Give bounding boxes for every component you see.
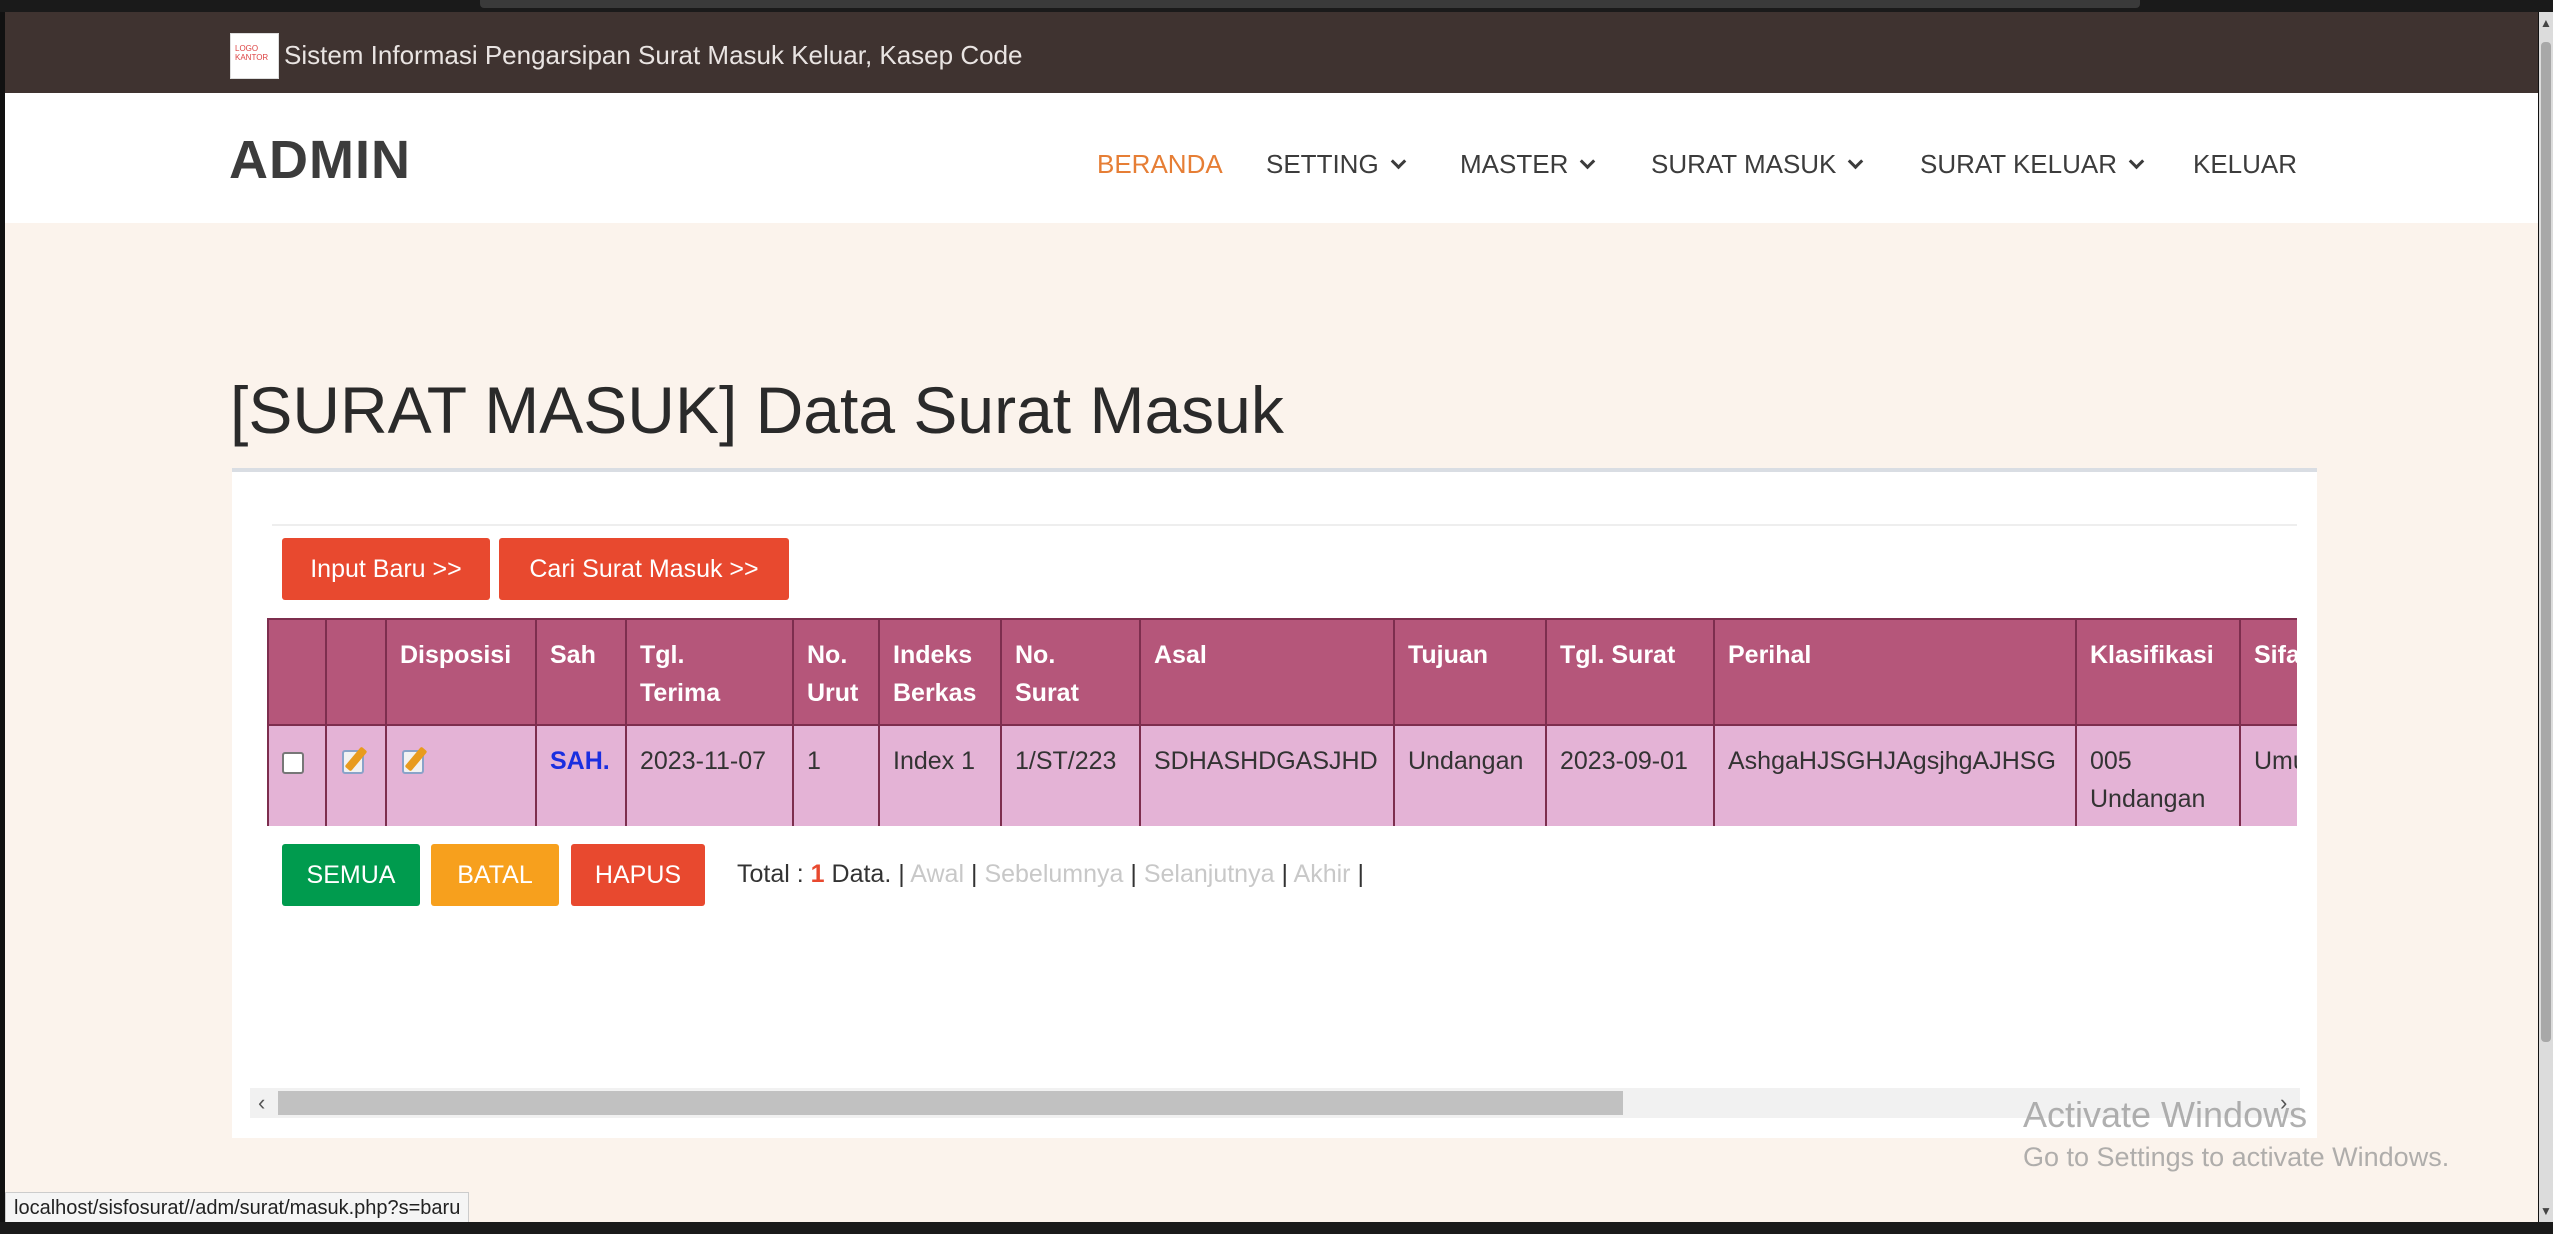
office-logo: LOGO KANTOR bbox=[230, 33, 279, 79]
separator: | bbox=[1281, 860, 1288, 888]
nav-surat-masuk-label: SURAT MASUK bbox=[1651, 149, 1837, 179]
scroll-up-icon[interactable]: ▲ bbox=[2540, 16, 2552, 30]
nav-master[interactable]: MASTER bbox=[1460, 149, 1596, 180]
disposisi-edit-icon[interactable] bbox=[400, 746, 430, 776]
scroll-left-icon[interactable]: ‹ bbox=[258, 1090, 265, 1116]
page-title: [SURAT MASUK] Data Surat Masuk bbox=[230, 373, 1284, 447]
nav-beranda[interactable]: BERANDA bbox=[1097, 149, 1223, 180]
row-checkbox-cell bbox=[267, 724, 327, 826]
row-perihal: AshgaHJSGHJAgsjhgAJHSG bbox=[1713, 724, 2077, 826]
nav-keluar[interactable]: KELUAR bbox=[2193, 149, 2297, 180]
page-sebelumnya-link[interactable]: Sebelumnya bbox=[984, 860, 1123, 888]
chevron-down-icon bbox=[1848, 153, 1864, 170]
vertical-scrollbar[interactable]: ▲ ▼ bbox=[2539, 12, 2553, 1222]
status-bar-url: localhost/sisfosurat//adm/surat/masuk.ph… bbox=[5, 1192, 470, 1224]
pagination: Total : 1 Data. | Awal | Sebelumnya | Se… bbox=[737, 860, 1364, 889]
site-title: Sistem Informasi Pengarsipan Surat Masuk… bbox=[284, 40, 1023, 70]
nav-surat-keluar-label: SURAT KELUAR bbox=[1920, 149, 2117, 179]
row-sifat: Umu bbox=[2239, 724, 2297, 826]
row-disposisi-cell bbox=[385, 724, 537, 826]
window-bottom-strip bbox=[0, 1222, 2553, 1234]
col-no-surat: No. Surat bbox=[1000, 618, 1141, 726]
horizontal-scrollbar[interactable]: ‹ › bbox=[250, 1088, 2300, 1118]
nav-keluar-label: KELUAR bbox=[2193, 149, 2298, 179]
row-sah-link[interactable]: SAH. bbox=[535, 724, 627, 826]
cari-surat-button[interactable]: Cari Surat Masuk >> bbox=[499, 538, 789, 600]
col-tujuan: Tujuan bbox=[1393, 618, 1547, 726]
nav-surat-keluar[interactable]: SURAT KELUAR bbox=[1920, 149, 2145, 180]
separator: | bbox=[970, 860, 978, 888]
tab-bar bbox=[480, 0, 2140, 8]
nav-setting-label: SETTING bbox=[1266, 149, 1379, 179]
content-panel: Input Baru >> Cari Surat Masuk >> Dispos… bbox=[232, 468, 2317, 1138]
chevron-down-icon bbox=[2128, 153, 2145, 170]
row-no-surat: 1/ST/223 bbox=[1000, 724, 1141, 826]
page-akhir-link[interactable]: Akhir bbox=[1294, 860, 1351, 888]
col-indeks-berkas: Indeks Berkas bbox=[878, 618, 1002, 726]
chevron-down-icon bbox=[1390, 153, 1406, 170]
nav-setting[interactable]: SETTING bbox=[1266, 149, 1406, 180]
row-edit-cell bbox=[325, 724, 387, 826]
col-perihal: Perihal bbox=[1713, 618, 2077, 726]
browser-viewport: LOGO KANTOR Sistem Informasi Pengarsipan… bbox=[5, 12, 2538, 1222]
total-count: 1 bbox=[810, 860, 825, 888]
activate-windows-watermark: Activate Windows Go to Settings to activ… bbox=[2023, 1094, 2449, 1173]
input-baru-button[interactable]: Input Baru >> bbox=[282, 538, 490, 600]
navbar: ADMIN BERANDA SETTING MASTER SURAT MASUK… bbox=[5, 93, 2538, 223]
page-selanjutnya-link[interactable]: Selanjutnya bbox=[1144, 860, 1275, 888]
vscroll-thumb[interactable] bbox=[2541, 42, 2551, 1042]
col-tgl-surat: Tgl. Surat bbox=[1545, 618, 1715, 726]
surat-masuk-table: Disposisi Sah Tgl. Terima No. Urut Indek… bbox=[267, 618, 2297, 826]
klasifikasi-name: Undangan bbox=[2090, 785, 2206, 813]
total-suffix: Data. | bbox=[824, 860, 905, 888]
chevron-down-icon bbox=[1580, 153, 1596, 170]
row-indeks-berkas: Index 1 bbox=[878, 724, 1002, 826]
row-checkbox[interactable] bbox=[282, 752, 304, 774]
row-no-urut: 1 bbox=[792, 724, 880, 826]
klasifikasi-code: 005 bbox=[2090, 747, 2132, 775]
watermark-line1: Activate Windows bbox=[2023, 1094, 2308, 1135]
row-tgl-terima: 2023-11-07 bbox=[625, 724, 794, 826]
col-edit bbox=[325, 618, 387, 726]
info-bar: LOGO KANTOR Sistem Informasi Pengarsipan… bbox=[5, 12, 2538, 93]
nav-beranda-label: BERANDA bbox=[1097, 149, 1223, 179]
batal-button[interactable]: BATAL bbox=[431, 844, 559, 906]
row-asal: SDHASHDGASJHD bbox=[1139, 724, 1395, 826]
separator: | bbox=[1130, 860, 1137, 888]
col-no-urut: No. Urut bbox=[792, 618, 880, 726]
main-menu: BERANDA SETTING MASTER SURAT MASUK SURAT… bbox=[5, 149, 2538, 189]
total-label: Total : bbox=[737, 860, 811, 888]
col-disposisi: Disposisi bbox=[385, 618, 537, 726]
edit-icon[interactable] bbox=[340, 746, 370, 776]
row-klasifikasi: 005 Undangan bbox=[2075, 724, 2241, 826]
table-row: SAH. 2023-11-07 1 Index 1 1/ST/223 SDHAS… bbox=[267, 724, 2297, 826]
window-top-strip bbox=[0, 0, 2553, 12]
logo-text: LOGO KANTOR bbox=[235, 44, 269, 62]
watermark-line2: Go to Settings to activate Windows. bbox=[2023, 1142, 2450, 1172]
semua-button[interactable]: SEMUA bbox=[282, 844, 420, 906]
surat-table-wrapper: Disposisi Sah Tgl. Terima No. Urut Indek… bbox=[267, 618, 2297, 826]
hapus-button[interactable]: HAPUS bbox=[571, 844, 705, 906]
separator: | bbox=[1357, 860, 1364, 888]
col-select bbox=[267, 618, 327, 726]
divider bbox=[272, 524, 2297, 526]
scroll-thumb[interactable] bbox=[278, 1091, 1623, 1115]
scroll-down-icon[interactable]: ▼ bbox=[2540, 1204, 2552, 1218]
col-tgl-terima: Tgl. Terima bbox=[625, 618, 794, 726]
col-sah: Sah bbox=[535, 618, 627, 726]
page-awal-link[interactable]: Awal bbox=[910, 860, 964, 888]
row-tujuan: Undangan bbox=[1393, 724, 1547, 826]
nav-surat-masuk[interactable]: SURAT MASUK bbox=[1651, 149, 1864, 180]
col-asal: Asal bbox=[1139, 618, 1395, 726]
nav-master-label: MASTER bbox=[1460, 149, 1569, 179]
col-klasifikasi: Klasifikasi bbox=[2075, 618, 2241, 726]
col-sifat: Sifa bbox=[2239, 618, 2297, 726]
row-tgl-surat: 2023-09-01 bbox=[1545, 724, 1715, 826]
table-header-row: Disposisi Sah Tgl. Terima No. Urut Indek… bbox=[267, 618, 2297, 726]
